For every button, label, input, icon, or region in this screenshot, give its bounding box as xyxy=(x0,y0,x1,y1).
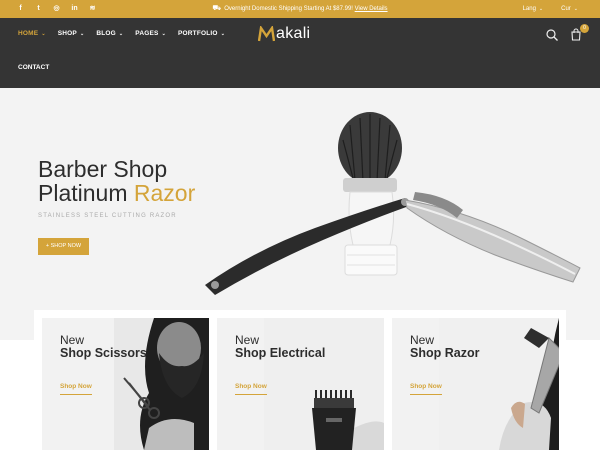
top-bar: f t ◎ in ≋ ⛟ Overnight Domestic Shipping … xyxy=(0,0,600,18)
chevron-down-icon: ⌄ xyxy=(161,30,166,37)
chevron-down-icon: ⌄ xyxy=(41,30,46,37)
nav-item-portfolio[interactable]: PORTFOLIO ⌄ xyxy=(178,30,225,37)
logo-text: akali xyxy=(276,25,311,42)
card-shop-now-link[interactable]: Shop Now xyxy=(410,383,442,395)
nav-label: BLOG xyxy=(96,30,116,37)
card-shop-now-link[interactable]: Shop Now xyxy=(60,383,92,395)
hero-title-prefix: Platinum xyxy=(38,180,134,206)
electric-clipper-photo xyxy=(264,318,384,450)
shipping-notice: ⛟ Overnight Domestic Shipping Starting At… xyxy=(0,0,600,18)
nav-item-pages[interactable]: PAGES ⌄ xyxy=(135,30,166,37)
card-new-label: New xyxy=(410,333,435,347)
category-card-scissors[interactable]: New Shop Scissors Shop Now xyxy=(42,318,209,450)
main-nav: HOME ⌄ SHOP ⌄ BLOG ⌄ PAGES ⌄ PORTFOLIO ⌄ xyxy=(18,30,225,37)
nav-item-blog[interactable]: BLOG ⌄ xyxy=(96,30,123,37)
view-details-link[interactable]: View Details xyxy=(355,6,388,12)
nav-item-shop[interactable]: SHOP ⌄ xyxy=(58,30,85,37)
chevron-down-icon: ⌄ xyxy=(118,30,124,37)
logo-mark-icon xyxy=(258,26,275,42)
shop-now-button[interactable]: + SHOP NOW xyxy=(38,238,89,255)
top-right-selectors: Lang ⌄ Cur ⌄ xyxy=(523,0,578,18)
hero-title-accent: Razor xyxy=(133,180,196,206)
main-header: HOME ⌄ SHOP ⌄ BLOG ⌄ PAGES ⌄ PORTFOLIO ⌄ CONT… xyxy=(0,18,600,88)
nav-item-home[interactable]: HOME ⌄ xyxy=(18,30,46,37)
card-category: Shop Razor xyxy=(410,346,480,360)
card-new-label: New xyxy=(60,333,85,347)
nav-label: PORTFOLIO xyxy=(177,30,218,37)
cart-icon[interactable]: 0 xyxy=(570,24,589,42)
nav-label: PAGES xyxy=(135,30,159,37)
barber-scissors-photo xyxy=(114,318,209,450)
card-shop-now-link[interactable]: Shop Now xyxy=(235,383,267,395)
nav-label: SHOP xyxy=(57,30,77,37)
hero-title: Barber Shop Platinum Razor xyxy=(38,157,195,205)
card-category: Shop Scissors xyxy=(60,346,147,360)
card-new-label: New xyxy=(235,333,260,347)
razor-and-brush-image xyxy=(205,112,581,295)
truck-icon: ⛟ xyxy=(212,5,222,12)
currency-selector[interactable]: Cur ⌄ xyxy=(561,0,578,18)
cart-count-badge: 0 xyxy=(580,24,589,33)
chevron-down-icon: ⌄ xyxy=(79,30,85,37)
hero-title-line1: Barber Shop xyxy=(38,156,168,182)
language-selector[interactable]: Lang ⌄ xyxy=(523,0,544,18)
card-category: Shop Electrical xyxy=(235,346,326,360)
currency-label: Cur xyxy=(561,6,571,12)
nav-label: HOME xyxy=(18,30,39,37)
notice-text: Overnight Domestic Shipping Starting At … xyxy=(224,6,353,12)
hero-title-line2: Platinum Razor xyxy=(38,181,195,205)
language-label: Lang xyxy=(522,6,536,12)
search-icon[interactable] xyxy=(545,28,559,42)
straight-razor-photo xyxy=(439,318,559,450)
nav-item-contact[interactable]: CONTACT xyxy=(18,64,49,71)
hero-subtitle: STAINLESS STEEL CUTTING RAZOR xyxy=(38,213,177,219)
category-card-electrical[interactable]: New Shop Electrical Shop Now xyxy=(217,318,384,450)
category-card-razor[interactable]: New Shop Razor Shop Now xyxy=(392,318,559,450)
chevron-down-icon: ⌄ xyxy=(573,6,578,12)
chevron-down-icon: ⌄ xyxy=(220,30,226,37)
chevron-down-icon: ⌄ xyxy=(538,6,544,12)
site-logo[interactable]: akali xyxy=(258,25,310,43)
